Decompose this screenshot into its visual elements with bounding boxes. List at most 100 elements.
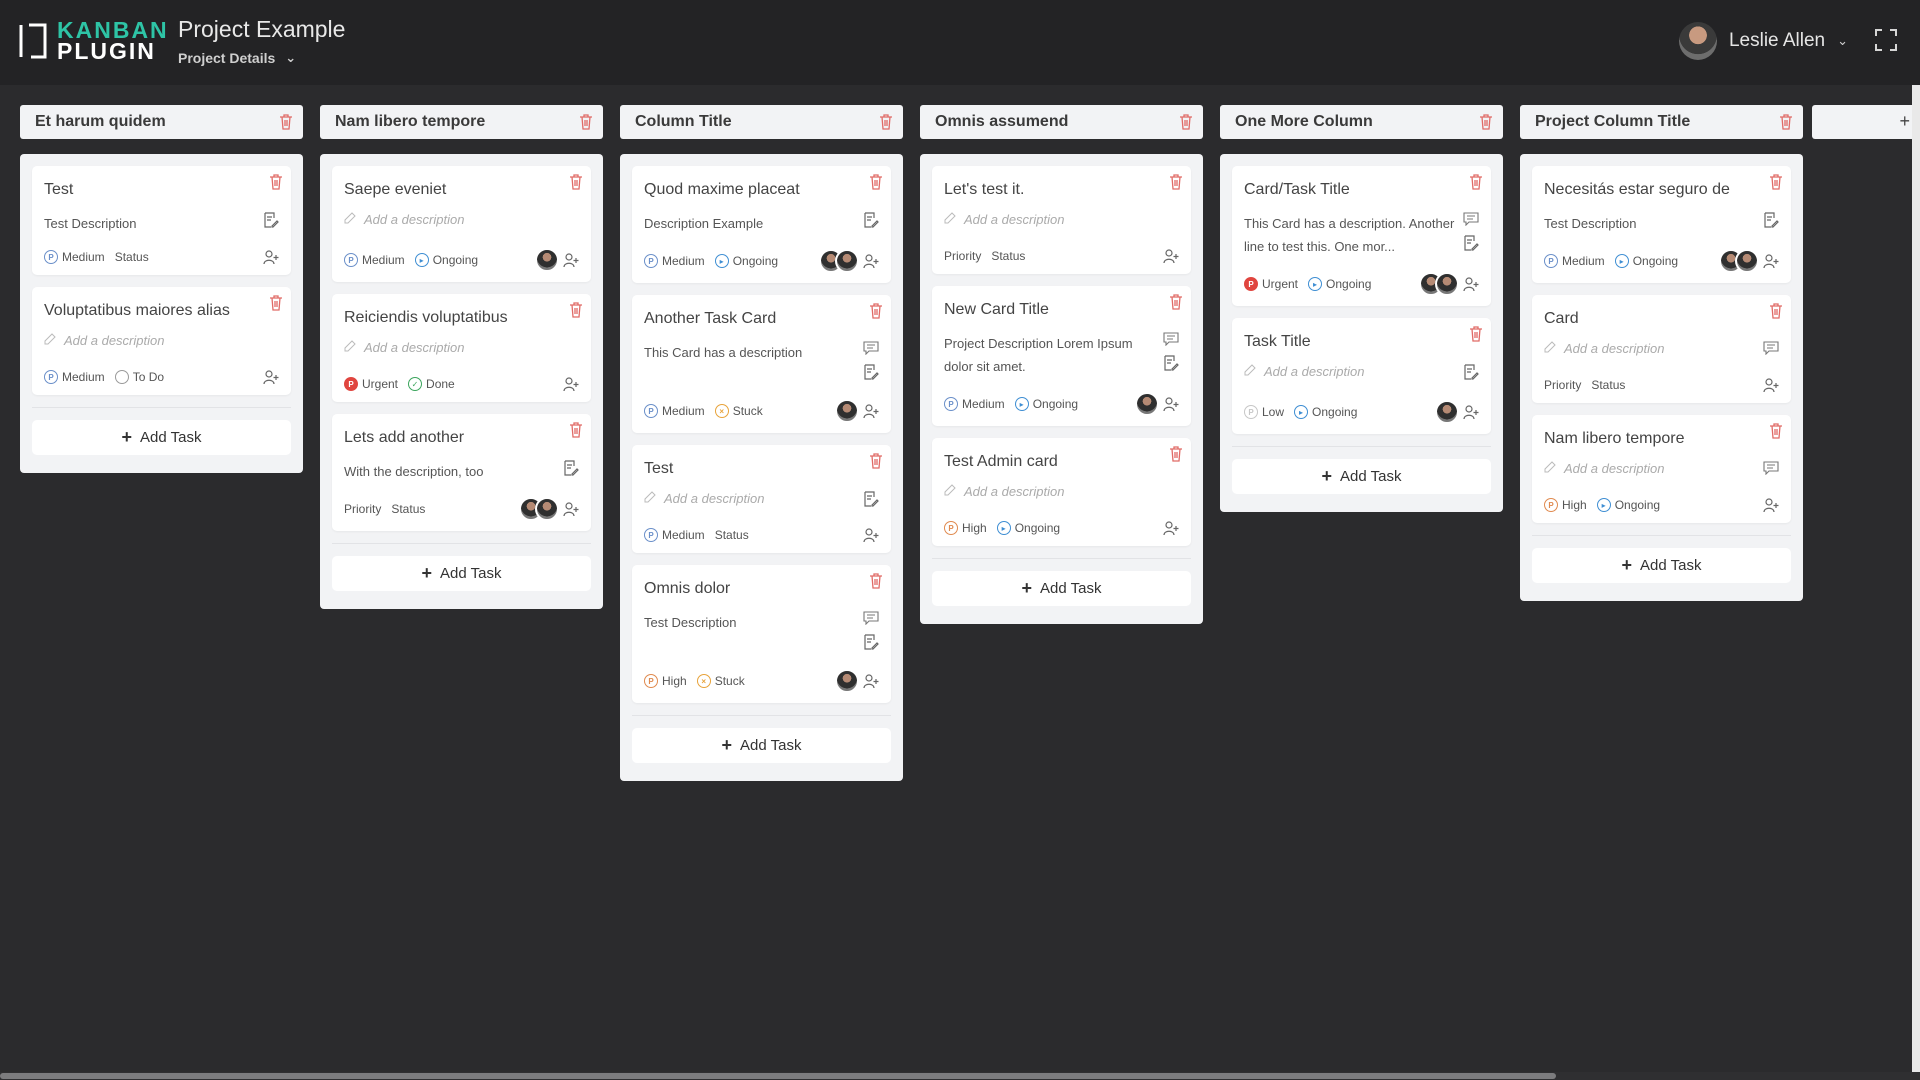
add-description-placeholder[interactable]: Add a description (1244, 364, 1364, 379)
note-icon[interactable] (863, 491, 879, 512)
status-tag[interactable]: ▸ Ongoing (996, 521, 1060, 535)
assignee-avatar[interactable] (835, 249, 859, 273)
priority-tag[interactable]: P Medium (644, 528, 705, 542)
note-icon[interactable] (263, 212, 279, 233)
user-menu[interactable]: Leslie Allen ⌄ (1678, 22, 1848, 60)
trash-icon[interactable] (1169, 174, 1183, 190)
status-tag[interactable]: × Stuck (696, 674, 745, 688)
horizontal-scrollbar[interactable] (0, 1072, 1920, 1080)
add-description-placeholder[interactable]: Add a description (44, 333, 164, 348)
task-card[interactable]: Card Add a description Priority Status (1532, 295, 1791, 403)
comment-icon[interactable] (1463, 212, 1479, 231)
task-card[interactable]: Another Task Card This Card has a descri… (632, 295, 891, 433)
project-details-dropdown[interactable]: Project Details ⌄ (178, 50, 345, 66)
status-tag[interactable]: ▸ Ongoing (1294, 405, 1357, 419)
comment-icon[interactable] (1763, 341, 1779, 360)
status-tag[interactable]: Status (391, 502, 425, 516)
add-description-placeholder[interactable]: Add a description (944, 484, 1064, 499)
note-icon[interactable] (1163, 355, 1179, 376)
trash-icon[interactable] (1769, 303, 1783, 319)
horizontal-scrollbar-thumb[interactable] (0, 1073, 1556, 1079)
trash-icon[interactable] (869, 573, 883, 589)
status-tag[interactable]: ▸ Ongoing (1308, 277, 1371, 291)
add-assignee-icon[interactable] (263, 249, 279, 265)
task-card[interactable]: Test Test Description P Medium Status (32, 166, 291, 275)
task-card[interactable]: Voluptatibus maiores alias Add a descrip… (32, 287, 291, 395)
status-tag[interactable]: ▸ Ongoing (414, 253, 478, 267)
add-task-button[interactable]: + Add Task (332, 556, 591, 591)
priority-tag[interactable]: P Medium (644, 404, 705, 418)
add-assignee-icon[interactable] (563, 501, 579, 517)
add-assignee-icon[interactable] (1163, 248, 1179, 264)
add-task-button[interactable]: + Add Task (1232, 459, 1491, 494)
assignee-avatar[interactable] (535, 497, 559, 521)
add-assignee-icon[interactable] (863, 527, 879, 543)
priority-tag[interactable]: Priority (944, 249, 981, 263)
trash-icon[interactable] (1479, 114, 1493, 130)
comment-icon[interactable] (863, 341, 879, 360)
add-description-placeholder[interactable]: Add a description (344, 212, 464, 227)
task-card[interactable]: Let's test it. Add a description Priorit… (932, 166, 1191, 274)
add-assignee-icon[interactable] (863, 403, 879, 419)
trash-icon[interactable] (269, 295, 283, 311)
note-icon[interactable] (863, 634, 879, 655)
add-assignee-icon[interactable] (1763, 377, 1779, 393)
trash-icon[interactable] (1169, 446, 1183, 462)
trash-icon[interactable] (1469, 174, 1483, 190)
task-card[interactable]: Saepe eveniet Add a description P Medium … (332, 166, 591, 282)
status-tag[interactable]: Status (715, 528, 749, 542)
trash-icon[interactable] (569, 174, 583, 190)
trash-icon[interactable] (1469, 326, 1483, 342)
trash-icon[interactable] (879, 114, 893, 130)
comment-icon[interactable] (863, 611, 879, 630)
add-assignee-icon[interactable] (1163, 396, 1179, 412)
task-card[interactable]: Necesitás estar seguro de Test Descripti… (1532, 166, 1791, 283)
assignee-avatar[interactable] (835, 399, 859, 423)
note-icon[interactable] (1763, 212, 1779, 233)
add-assignee-icon[interactable] (863, 253, 879, 269)
column-header[interactable]: Nam libero tempore (320, 105, 603, 139)
note-icon[interactable] (1463, 235, 1479, 256)
assignee-avatar[interactable] (1435, 272, 1459, 296)
priority-tag[interactable]: P Medium (1544, 254, 1605, 268)
add-assignee-icon[interactable] (1463, 276, 1479, 292)
column-header[interactable]: Column Title (620, 105, 903, 139)
add-assignee-icon[interactable] (1763, 497, 1779, 513)
column-header[interactable]: Omnis assumend (920, 105, 1203, 139)
task-card[interactable]: Task Title Add a description P Low ▸ Ongoi… (1232, 318, 1491, 434)
trash-icon[interactable] (869, 303, 883, 319)
add-description-placeholder[interactable]: Add a description (944, 212, 1064, 227)
note-icon[interactable] (563, 460, 579, 481)
task-card[interactable]: Test Add a description P Medium Status (632, 445, 891, 553)
trash-icon[interactable] (1179, 114, 1193, 130)
priority-tag[interactable]: P Medium (344, 253, 405, 267)
trash-icon[interactable] (269, 174, 283, 190)
status-tag[interactable]: Status (991, 249, 1025, 263)
add-description-placeholder[interactable]: Add a description (1544, 341, 1664, 356)
column-header[interactable]: Project Column Title (1520, 105, 1803, 139)
add-description-placeholder[interactable]: Add a description (1544, 461, 1664, 476)
status-tag[interactable]: ▸ Ongoing (1014, 397, 1078, 411)
priority-tag[interactable]: P Medium (44, 250, 105, 264)
vertical-scrollbar-track[interactable] (1912, 85, 1920, 1072)
task-card[interactable]: Test Admin card Add a description P High … (932, 438, 1191, 546)
priority-tag[interactable]: P High (644, 674, 687, 688)
assignee-avatar[interactable] (535, 248, 559, 272)
priority-tag[interactable]: Priority (1544, 378, 1581, 392)
assignee-avatar[interactable] (1135, 392, 1159, 416)
task-card[interactable]: Quod maxime placeat Description Example … (632, 166, 891, 283)
priority-tag[interactable]: P Medium (44, 370, 105, 384)
priority-tag[interactable]: P High (944, 521, 987, 535)
status-tag[interactable]: Status (115, 250, 149, 264)
trash-icon[interactable] (869, 453, 883, 469)
trash-icon[interactable] (569, 422, 583, 438)
task-card[interactable]: Reiciendis voluptatibus Add a descriptio… (332, 294, 591, 402)
assignee-avatar[interactable] (1435, 400, 1459, 424)
note-icon[interactable] (863, 364, 879, 385)
priority-tag[interactable]: P Urgent (1244, 277, 1298, 291)
priority-tag[interactable]: P Urgent (344, 377, 398, 391)
comment-icon[interactable] (1763, 461, 1779, 480)
add-description-placeholder[interactable]: Add a description (644, 491, 764, 506)
trash-icon[interactable] (279, 114, 293, 130)
task-card[interactable]: Lets add another With the description, t… (332, 414, 591, 531)
